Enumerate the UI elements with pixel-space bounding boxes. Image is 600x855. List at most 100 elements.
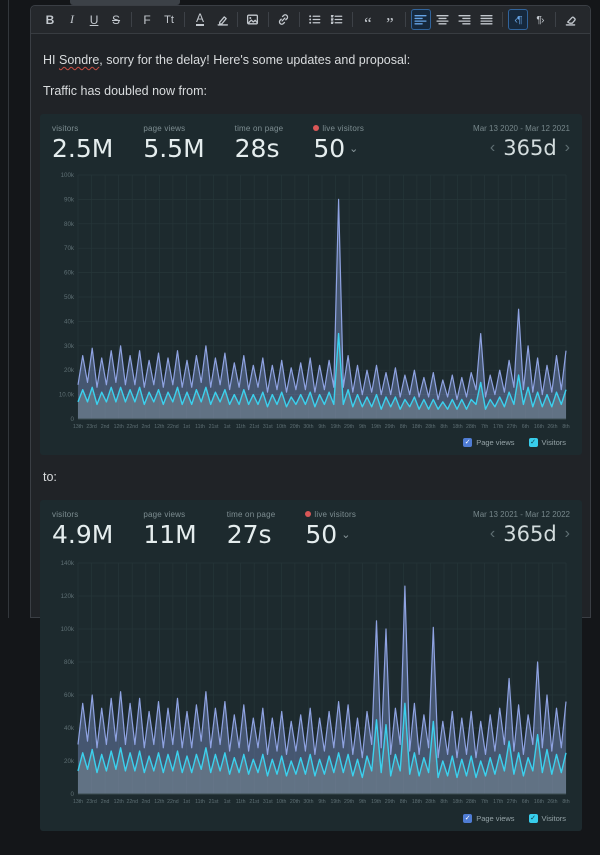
svg-text:18th: 18th — [453, 799, 463, 805]
stat-label: visitors — [52, 123, 79, 133]
svg-text:17th: 17th — [493, 424, 503, 430]
toolbar-button-text-size[interactable]: Tt — [159, 9, 179, 30]
next-period-icon[interactable]: › — [565, 525, 570, 542]
toolbar-button-underline[interactable]: U — [84, 9, 104, 30]
legend-label: Page views — [476, 437, 515, 447]
toolbar-separator — [184, 12, 185, 27]
legend-checkbox[interactable]: ✓ — [463, 813, 473, 823]
svg-text:2nd: 2nd — [101, 424, 110, 430]
editor-content[interactable]: HI Sondre, sorry for the delay! Here's s… — [31, 34, 590, 855]
svg-text:11th: 11th — [236, 799, 246, 805]
svg-text:40k: 40k — [64, 725, 75, 732]
svg-text:22nd: 22nd — [126, 424, 138, 430]
legend-item-visitors[interactable]: ✓ Visitors — [528, 813, 566, 823]
live-dot-icon — [313, 124, 320, 131]
svg-text:16th: 16th — [534, 799, 544, 805]
toolbar-button-clear-format[interactable] — [561, 9, 581, 30]
toolbar-button-quote-open[interactable]: “ — [358, 9, 378, 32]
svg-text:11th: 11th — [236, 424, 246, 430]
toolbar-button-paragraph-ltr[interactable]: ‹¶ — [507, 9, 528, 30]
toolbar-button-link[interactable] — [274, 9, 294, 30]
legend-checkbox[interactable]: ✓ — [463, 437, 473, 447]
toolbar-button-numbered-list[interactable] — [327, 9, 347, 30]
toolbar-separator — [237, 12, 238, 27]
legend-item-page-views[interactable]: ✓ Page views — [463, 813, 515, 823]
toolbar-separator — [268, 12, 269, 27]
svg-text:60k: 60k — [64, 269, 75, 276]
svg-text:29th: 29th — [344, 799, 354, 805]
toolbar-button-align-right[interactable] — [455, 9, 475, 30]
toolbar-separator — [298, 12, 300, 27]
stat-value: 11M — [143, 520, 196, 549]
toolbar-button-quote-close[interactable]: ” — [380, 9, 400, 32]
toolbar-button-text-color[interactable]: A — [190, 9, 210, 30]
toolbar-separator — [554, 12, 556, 27]
stat-value: 5.5M — [143, 134, 204, 163]
toolbar-button-align-justify[interactable] — [477, 9, 497, 30]
stat-label: time on page — [234, 123, 284, 133]
chevron-down-icon[interactable]: ⌄ — [341, 528, 350, 541]
stat-value[interactable]: 50 ⌄ — [305, 520, 356, 549]
chart-legend: ✓ Page views ✓ Visitors — [52, 437, 570, 447]
stat-label: live visitors — [305, 510, 356, 519]
stat-value: 28s — [235, 134, 284, 163]
toolbar-button-align-center[interactable] — [433, 9, 453, 30]
next-period-icon[interactable]: › — [565, 139, 570, 156]
period-label[interactable]: 365d — [503, 522, 556, 546]
toolbar-button-strikethrough[interactable]: S — [106, 9, 126, 30]
svg-text:28th: 28th — [425, 424, 435, 430]
stat-number: 28s — [234, 133, 280, 163]
left-divider — [8, 0, 9, 618]
toolbar-button-highlight[interactable] — [212, 9, 232, 30]
stat-number: 50 — [305, 519, 338, 549]
period-label[interactable]: 365d — [503, 136, 556, 160]
toolbar-button-font[interactable]: F — [137, 9, 157, 30]
toolbar-button-bold[interactable]: B — [40, 9, 60, 30]
stat-number: 27s — [226, 519, 272, 549]
legend-item-visitors[interactable]: ✓ Visitors — [528, 437, 566, 447]
svg-text:22nd: 22nd — [167, 424, 179, 430]
svg-text:7th: 7th — [481, 424, 488, 430]
period-selector[interactable]: ‹ 365d › — [473, 522, 570, 546]
svg-text:13th: 13th — [73, 799, 83, 805]
svg-text:28th: 28th — [466, 424, 476, 430]
period-selector[interactable]: ‹ 365d › — [473, 136, 570, 160]
svg-text:17th: 17th — [493, 799, 503, 805]
svg-text:26th: 26th — [547, 799, 557, 805]
legend-checkbox[interactable]: ✓ — [528, 813, 538, 823]
underline-icon: U — [89, 12, 99, 27]
stat-visitors: visitors 2.5M — [52, 124, 113, 163]
live-dot-icon — [305, 510, 312, 517]
svg-text:23rd: 23rd — [86, 424, 96, 430]
svg-text:19th: 19th — [331, 424, 341, 430]
svg-text:90k: 90k — [64, 196, 75, 203]
prev-period-icon[interactable]: ‹ — [490, 525, 495, 542]
legend-label: Visitors — [541, 813, 566, 823]
stat-value: 2.5M — [52, 134, 113, 163]
to-paragraph: to: — [43, 469, 57, 484]
legend-checkbox[interactable]: ✓ — [528, 437, 538, 447]
legend-item-page-views[interactable]: ✓ Page views — [463, 437, 515, 447]
toolbar-button-italic[interactable]: I — [62, 9, 82, 30]
svg-text:9th: 9th — [318, 799, 325, 805]
toolbar-button-align-left[interactable] — [410, 9, 431, 30]
stat-live-visitors: live visitors 50 ⌄ — [305, 510, 356, 549]
chevron-down-icon[interactable]: ⌄ — [349, 142, 358, 155]
toolbar-separator — [404, 12, 406, 27]
stat-value[interactable]: 50 ⌄ — [313, 134, 364, 163]
prev-period-icon[interactable]: ‹ — [490, 139, 495, 156]
svg-text:19th: 19th — [371, 799, 381, 805]
italic-icon: I — [70, 12, 75, 26]
stat-number: 11M — [143, 519, 197, 549]
toolbar-button-paragraph-rtl[interactable]: ¶› — [530, 9, 550, 30]
toolbar-button-image[interactable] — [243, 9, 263, 30]
svg-text:9th: 9th — [359, 799, 366, 805]
stat-label: visitors — [52, 509, 79, 519]
stat-number: 2.5M — [52, 133, 114, 163]
svg-text:16th: 16th — [534, 424, 544, 430]
traffic-chart: 100k 90k 80k 70k 60k 50k 40k 30k 20k 10.0k 013th 23… — [59, 172, 570, 430]
svg-text:1st: 1st — [224, 799, 231, 805]
date-range-text: Mar 13 2021 - Mar 12 2022 — [473, 509, 570, 519]
svg-text:30th: 30th — [303, 424, 313, 430]
toolbar-button-bullet-list[interactable] — [305, 9, 325, 30]
